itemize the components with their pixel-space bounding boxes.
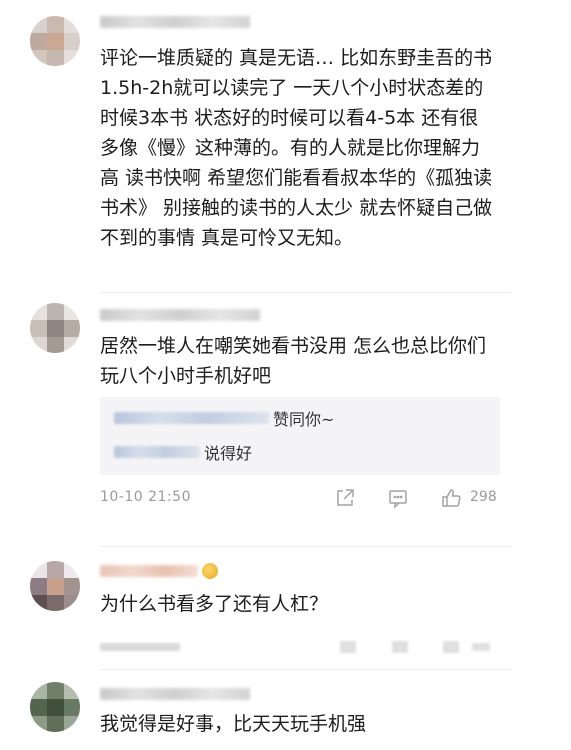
timestamp: 10-10 21:50 [100,489,191,505]
username[interactable] [100,565,198,577]
comment-icon[interactable] [387,487,409,509]
reply-username[interactable] [114,412,269,424]
avatar[interactable] [30,682,80,732]
reply-item[interactable]: 赞同你~ [114,407,334,429]
like-icon[interactable] [440,487,462,509]
comment-text: 为什么书看多了还有人杠？ [100,593,329,615]
divider [100,292,510,293]
reply-preview[interactable]: 赞同你~ 说得好 [100,397,500,475]
username[interactable] [100,309,260,321]
comment-meta: 10-10 21:50 298 [100,489,500,509]
like-count: 298 [470,489,497,505]
reply-item[interactable]: 说得好 [114,441,252,463]
share-icon[interactable] [334,487,356,509]
comment-text: 评论一堆质疑的 真是无语… 比如东野圭吾的书 1.5h-2h就可以读完了 一天八… [100,47,493,249]
comment-text: 居然一堆人在嘲笑她看书没用 怎么也总比你们玩八个小时手机好吧 [100,335,487,387]
username[interactable] [100,688,250,700]
comment-text: 我觉得是好事，比天天玩手机强 [100,713,367,735]
username[interactable] [100,16,250,28]
emoji-badge [202,563,218,579]
reply-text: 说得好 [204,444,253,463]
divider [100,546,510,547]
avatar[interactable] [30,561,80,611]
reply-text: 赞同你~ [273,410,335,429]
avatar[interactable] [30,16,80,66]
comment-meta [100,641,500,653]
avatar[interactable] [30,303,80,353]
reply-username[interactable] [114,446,200,458]
divider [100,669,510,670]
